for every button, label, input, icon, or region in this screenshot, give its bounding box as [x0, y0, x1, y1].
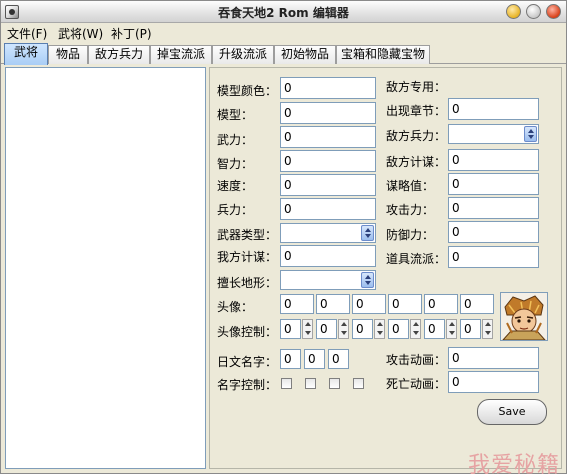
stepper-value[interactable]: 0 [424, 319, 445, 339]
menu-file[interactable]: 文件(F) [7, 25, 47, 42]
stepper-value[interactable]: 0 [388, 319, 409, 339]
enemy-troops-label: 敌方兵力： [386, 129, 447, 143]
title-bar: 吞食天地2 Rom 编辑器 [1, 1, 566, 23]
intelligence-label: 智力： [217, 157, 254, 171]
our-strategy-label: 我方计谋： [217, 250, 278, 264]
portrait-control-2[interactable]: 0 [316, 319, 350, 339]
enemy-strategy-label: 敌方计谋： [386, 155, 447, 169]
our-strategy-input[interactable]: 0 [280, 245, 376, 267]
name-control-label: 名字控制： [217, 378, 278, 392]
death-anim-input[interactable]: 0 [448, 371, 539, 393]
enemy-troops-select[interactable] [448, 124, 539, 144]
portrait-value-1[interactable]: 0 [280, 294, 314, 314]
portrait-control-label: 头像控制： [217, 325, 278, 339]
watermark-text: 我爱秘籍 [468, 453, 561, 474]
strategy-value-label: 谋略值： [386, 179, 435, 193]
chevron-down-icon[interactable] [361, 272, 374, 288]
chevron-down-icon[interactable] [524, 126, 537, 142]
portrait-value-3[interactable]: 0 [352, 294, 386, 314]
tab-items[interactable]: 物品 [48, 45, 88, 64]
stepper-arrows-icon[interactable] [374, 319, 385, 339]
defense-label: 防御力： [386, 228, 435, 242]
menu-general[interactable]: 武将(W) [58, 25, 103, 42]
tab-bar: 武将 物品 敌方兵力 掉宝流派 升级流派 初始物品 宝箱和隐藏宝物 [1, 43, 566, 65]
enemy-only-label: 敌方专用： [386, 80, 447, 94]
force-label: 武力： [217, 133, 254, 147]
death-anim-label: 死亡动画： [386, 377, 447, 391]
model-input[interactable]: 0 [280, 102, 376, 124]
attack-label: 攻击力： [386, 203, 435, 217]
tab-levelup-school[interactable]: 升级流派 [212, 45, 274, 64]
defense-input[interactable]: 0 [448, 221, 539, 243]
portrait-value-4[interactable]: 0 [388, 294, 422, 314]
tab-initial-items[interactable]: 初始物品 [274, 45, 336, 64]
stepper-arrows-icon[interactable] [338, 319, 349, 339]
portrait-control-3[interactable]: 0 [352, 319, 386, 339]
weapon-type-select[interactable] [280, 223, 376, 243]
general-portrait-image [500, 292, 548, 341]
name-control-checkbox-2[interactable] [305, 378, 316, 389]
stepper-arrows-icon[interactable] [482, 319, 493, 339]
terrain-label: 擅长地形： [217, 276, 278, 290]
enemy-strategy-input[interactable]: 0 [448, 149, 539, 171]
jp-name-label: 日文名字： [217, 355, 278, 369]
item-school-label: 道具流派： [386, 252, 447, 266]
general-list[interactable] [5, 67, 206, 469]
portrait-control-1[interactable]: 0 [280, 319, 314, 339]
stepper-arrows-icon[interactable] [410, 319, 421, 339]
tab-drop-school[interactable]: 掉宝流派 [150, 45, 212, 64]
jp-name-1[interactable]: 0 [280, 349, 301, 369]
model-color-input[interactable]: 0 [280, 77, 376, 99]
speed-input[interactable]: 0 [280, 174, 376, 196]
item-school-input[interactable]: 0 [448, 246, 539, 268]
warrior-portrait-icon [501, 293, 547, 340]
editor-window: 吞食天地2 Rom 编辑器 文件(F) 武将(W) 补丁(P) 武将 物品 敌方… [0, 0, 567, 474]
portrait-value-2[interactable]: 0 [316, 294, 350, 314]
strategy-value-input[interactable]: 0 [448, 173, 539, 195]
chapter-label: 出现章节： [386, 104, 447, 118]
troops-input[interactable]: 0 [280, 198, 376, 220]
jp-name-3[interactable]: 0 [328, 349, 349, 369]
close-button[interactable] [546, 4, 561, 19]
model-label: 模型： [217, 108, 254, 122]
chapter-input[interactable]: 0 [448, 98, 539, 120]
terrain-select[interactable] [280, 270, 376, 290]
portrait-value-5[interactable]: 0 [424, 294, 458, 314]
tab-chests-hidden[interactable]: 宝箱和隐藏宝物 [336, 45, 430, 64]
stepper-value[interactable]: 0 [460, 319, 481, 339]
attack-anim-input[interactable]: 0 [448, 347, 539, 369]
attack-input[interactable]: 0 [448, 197, 539, 219]
tab-enemy-troops[interactable]: 敌方兵力 [88, 45, 150, 64]
jp-name-2[interactable]: 0 [304, 349, 325, 369]
stepper-value[interactable]: 0 [316, 319, 337, 339]
window-title: 吞食天地2 Rom 编辑器 [218, 6, 349, 20]
portrait-control-6[interactable]: 0 [460, 319, 494, 339]
maximize-button[interactable] [526, 4, 541, 19]
force-input[interactable]: 0 [280, 126, 376, 148]
stepper-arrows-icon[interactable] [302, 319, 313, 339]
name-control-checkbox-4[interactable] [353, 378, 364, 389]
name-control-checkbox-1[interactable] [281, 378, 292, 389]
minimize-button[interactable] [506, 4, 521, 19]
stepper-arrows-icon[interactable] [446, 319, 457, 339]
portrait-value-6[interactable]: 0 [460, 294, 494, 314]
menu-bar: 文件(F) 武将(W) 补丁(P) [1, 23, 566, 42]
save-button[interactable]: Save [477, 399, 547, 425]
portrait-control-4[interactable]: 0 [388, 319, 422, 339]
troops-label: 兵力： [217, 203, 254, 217]
weapon-type-label: 武器类型： [217, 228, 278, 242]
speed-label: 速度： [217, 179, 254, 193]
portrait-control-5[interactable]: 0 [424, 319, 458, 339]
menu-patch[interactable]: 补丁(P) [111, 25, 152, 42]
name-control-checkbox-3[interactable] [329, 378, 340, 389]
intelligence-input[interactable]: 0 [280, 150, 376, 172]
stepper-value[interactable]: 0 [352, 319, 373, 339]
attack-anim-label: 攻击动画： [386, 353, 447, 367]
model-color-label: 模型颜色： [217, 84, 278, 98]
stepper-value[interactable]: 0 [280, 319, 301, 339]
chevron-down-icon[interactable] [361, 225, 374, 241]
tab-generals[interactable]: 武将 [4, 43, 48, 65]
portrait-label: 头像： [217, 300, 254, 314]
